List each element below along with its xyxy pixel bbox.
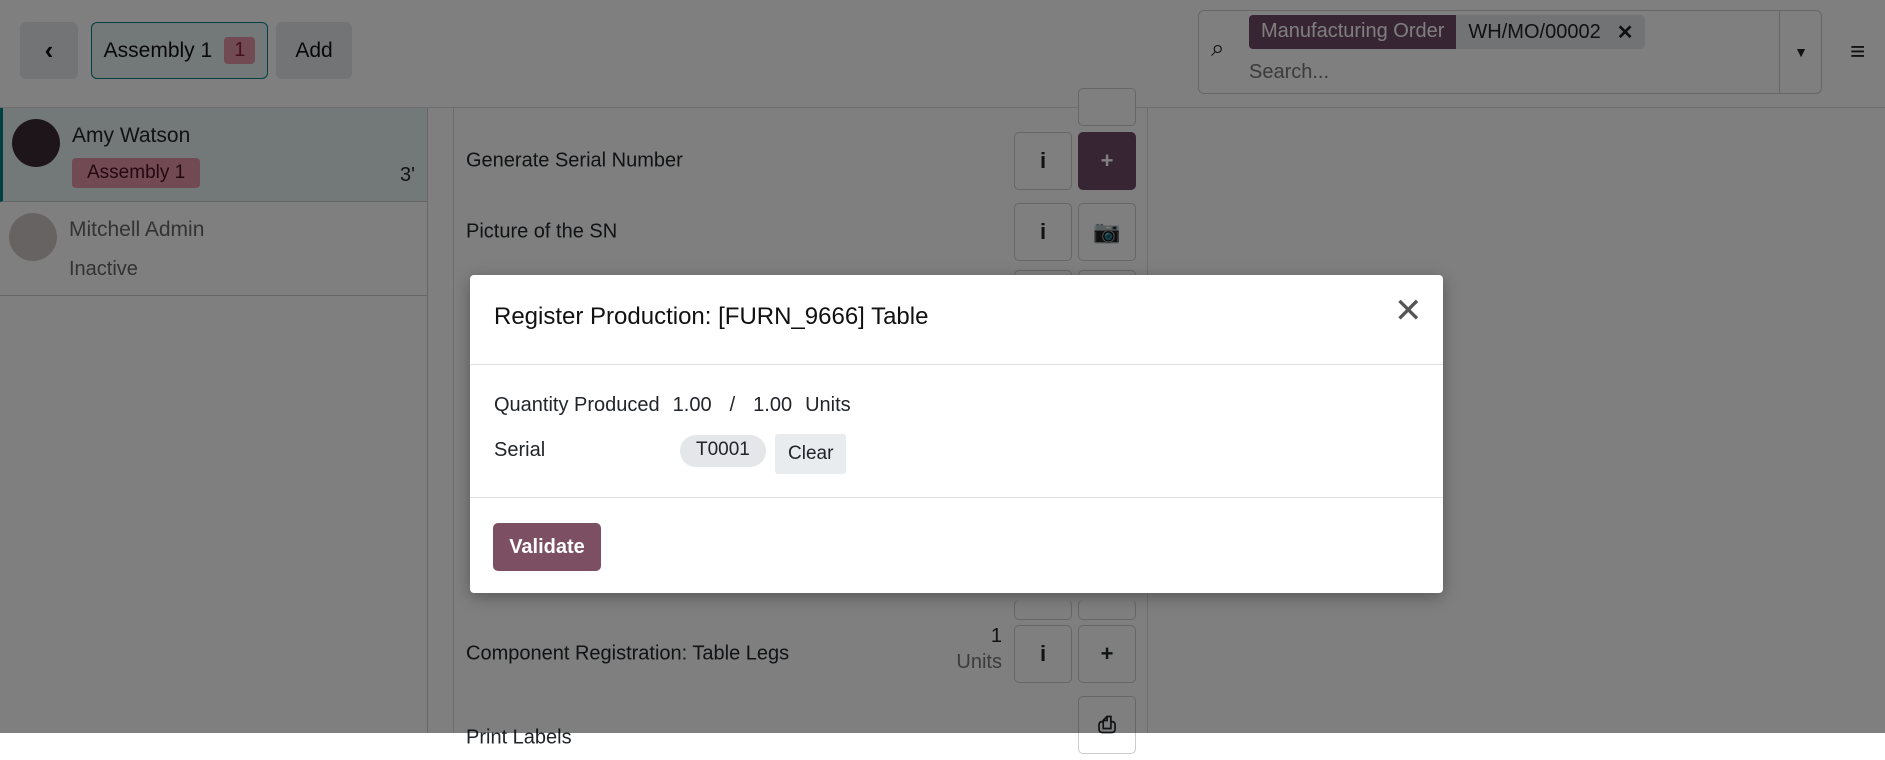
quantity-produced-field[interactable]: 1.00 xyxy=(673,394,712,417)
validate-button[interactable]: Validate xyxy=(493,523,601,571)
dialog-title: Register Production: [FURN_9666] Table xyxy=(494,303,929,330)
quantity-uom: Units xyxy=(805,394,851,416)
quantity-row: Quantity Produced 1.00 / 1.00 Units xyxy=(494,394,851,417)
serial-label: Serial xyxy=(494,439,546,461)
serial-tag[interactable]: T0001 xyxy=(680,435,766,467)
dialog-header: Register Production: [FURN_9666] Table ✕ xyxy=(470,275,1443,365)
quantity-separator: / xyxy=(729,394,736,416)
quantity-total: 1.00 xyxy=(753,394,793,416)
clear-button[interactable]: Clear xyxy=(775,434,847,474)
close-icon[interactable]: ✕ xyxy=(1394,291,1423,331)
register-production-dialog: Register Production: [FURN_9666] Table ✕… xyxy=(470,275,1443,593)
quantity-label: Quantity Produced xyxy=(494,394,660,416)
dialog-footer: Validate xyxy=(470,497,1443,593)
